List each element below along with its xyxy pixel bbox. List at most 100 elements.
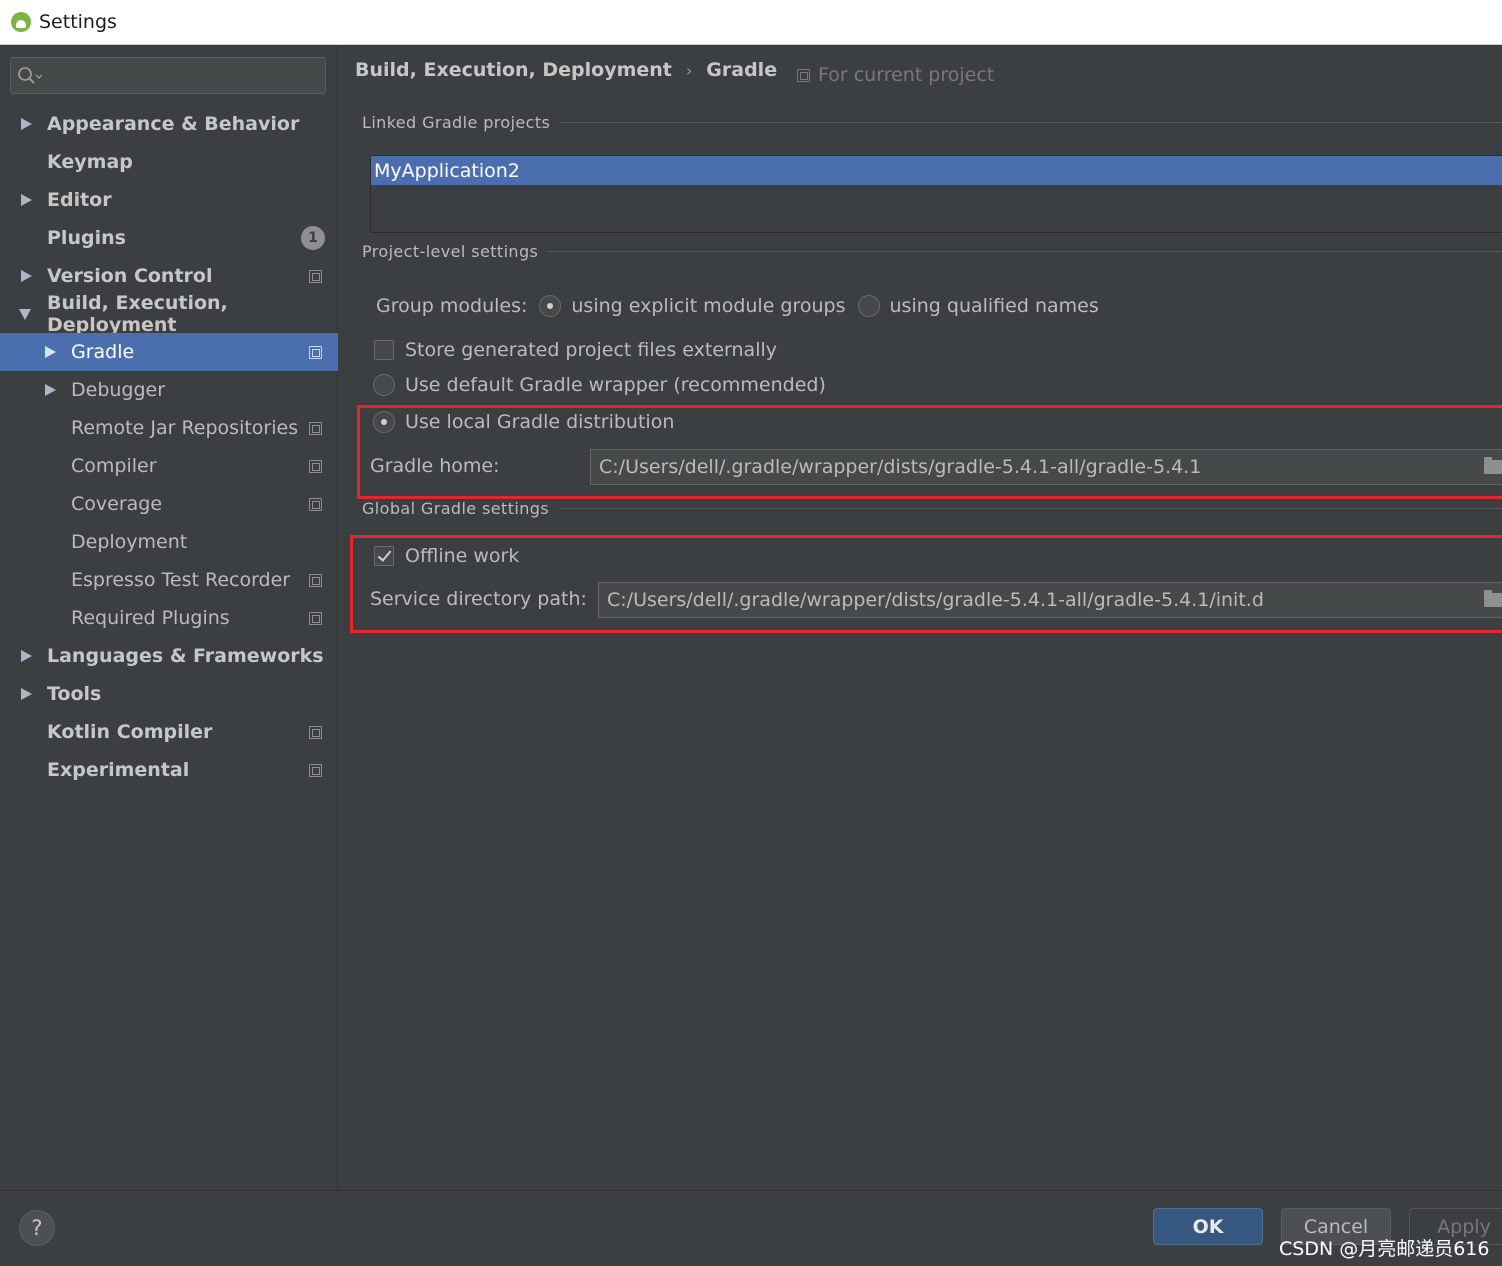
project-scope-icon [309,611,322,625]
group-modules-label: Group modules: [376,295,528,317]
folder-browse-icon[interactable] [1484,590,1502,607]
radio-label[interactable]: using explicit module groups [571,295,845,317]
project-scope-icon [309,763,322,777]
search-icon [18,67,43,84]
help-button[interactable]: ? [19,1210,55,1246]
expand-arrow-icon[interactable] [21,270,32,282]
tree-item-label: Appearance & Behavior [47,113,300,135]
expand-arrow-icon[interactable] [45,384,56,396]
breadcrumb-item-build: Build, Execution, Deployment [355,59,672,81]
watermark-text: CSDN @月亮邮递员616 [1279,1238,1490,1260]
tree-item-compiler[interactable]: Compiler [0,447,338,485]
linked-projects-section-title: Linked Gradle projects [362,113,1502,132]
tree-item-plugins[interactable]: Plugins 1 [0,219,338,257]
window-titlebar: Settings [0,0,1502,45]
plugins-update-badge: 1 [301,226,325,250]
group-modules-row: Group modules: using explicit module gro… [376,295,1099,317]
settings-tree: Appearance & Behavior Keymap Editor Plug… [0,105,338,789]
radio-explicit-module-groups[interactable] [539,295,562,317]
tree-item-required-plugins[interactable]: Required Plugins [0,599,338,637]
gradle-home-value: C:/Users/dell/.gradle/wrapper/dists/grad… [599,456,1202,478]
ok-button[interactable]: OK [1153,1208,1263,1245]
tree-item-coverage[interactable]: Coverage [0,485,338,523]
tree-item-remote-jar-repositories[interactable]: Remote Jar Repositories [0,409,338,447]
collapse-arrow-icon[interactable] [19,308,31,320]
project-scope-icon [797,68,810,82]
offline-work-row[interactable]: Offline work [374,545,519,567]
dialog-button-bar: ? OK Cancel Apply CSDN @月亮邮递员616 [0,1190,1502,1266]
radio-label[interactable]: Use local Gradle distribution [405,411,674,433]
project-scope-icon [309,573,322,587]
breadcrumb-separator: › [685,60,693,80]
section-title-text: Linked Gradle projects [362,113,551,132]
radio-label[interactable]: using qualified names [890,295,1099,317]
section-divider [548,251,1502,252]
expand-arrow-icon[interactable] [21,688,32,700]
service-directory-value: C:/Users/dell/.gradle/wrapper/dists/grad… [607,589,1264,611]
settings-search-input[interactable] [10,57,326,94]
tree-item-label: Languages & Frameworks [47,645,324,667]
tree-item-tools[interactable]: Tools [0,675,338,713]
expand-arrow-icon[interactable] [21,118,32,130]
section-title-text: Project-level settings [362,242,539,261]
tree-item-espresso-test-recorder[interactable]: Espresso Test Recorder [0,561,338,599]
tree-item-label: Editor [47,189,112,211]
breadcrumb: Build, Execution, Deployment › Gradle [355,59,777,81]
tree-item-debugger[interactable]: Debugger [0,371,338,409]
project-scope-icon [309,497,322,511]
project-scope-icon [309,725,322,739]
tree-item-label: Required Plugins [71,607,230,629]
radio-local-distribution[interactable] [373,411,395,433]
folder-browse-icon[interactable] [1484,457,1502,474]
tree-item-label: Build, Execution, Deployment [47,292,228,336]
gradle-settings-panel: Build, Execution, Deployment › Gradle Fo… [339,45,1502,1190]
window-title: Settings [39,11,117,33]
store-externally-checkbox[interactable] [374,340,394,360]
tree-item-languages-frameworks[interactable]: Languages & Frameworks [0,637,338,675]
project-name: MyApplication2 [374,159,520,182]
project-scope-icon [309,345,322,359]
expand-arrow-icon[interactable] [21,650,32,662]
project-scope-icon [309,459,322,473]
linked-projects-list[interactable]: MyApplication2 [370,155,1502,233]
radio-default-wrapper[interactable] [373,374,395,396]
tree-item-label: Remote Jar Repositories [71,417,299,439]
tree-item-editor[interactable]: Editor [0,181,338,219]
radio-qualified-names[interactable] [857,295,880,317]
tree-item-deployment[interactable]: Deployment [0,523,338,561]
tree-item-build-execution-deployment[interactable]: Build, Execution, Deployment [0,292,338,336]
tree-item-keymap[interactable]: Keymap [0,143,338,181]
tree-item-label: Deployment [71,531,188,553]
global-settings-section-title: Global Gradle settings [362,499,1502,518]
tree-item-label: Compiler [71,455,157,477]
tree-item-label: Experimental [47,759,190,781]
tree-item-label: Debugger [71,379,166,401]
tree-item-appearance-behavior[interactable]: Appearance & Behavior [0,105,338,143]
tree-item-label: Plugins [47,227,126,249]
gradle-home-field[interactable]: C:/Users/dell/.gradle/wrapper/dists/grad… [590,449,1502,485]
android-studio-icon [11,12,31,32]
section-title-text: Global Gradle settings [362,499,550,518]
tree-item-experimental[interactable]: Experimental [0,751,338,789]
tree-item-label: Gradle [71,341,135,363]
checkbox-label[interactable]: Offline work [405,545,519,567]
scope-indicator: For current project [797,64,994,86]
tree-item-label: Keymap [47,151,133,173]
radio-label[interactable]: Use default Gradle wrapper (recommended) [405,374,826,396]
service-directory-field[interactable]: C:/Users/dell/.gradle/wrapper/dists/grad… [598,582,1502,618]
tree-item-gradle[interactable]: Gradle [0,333,338,371]
tree-item-version-control[interactable]: Version Control [0,257,338,295]
local-distribution-row[interactable]: Use local Gradle distribution [373,411,674,433]
expand-arrow-icon[interactable] [45,346,56,358]
section-divider [560,122,1502,123]
for-current-project-label: For current project [818,64,995,86]
list-item[interactable]: MyApplication2 [371,156,1502,185]
tree-item-kotlin-compiler[interactable]: Kotlin Compiler [0,713,338,751]
checkbox-label[interactable]: Store generated project files externally [405,339,777,361]
offline-work-checkbox[interactable] [374,546,394,566]
store-externally-row[interactable]: Store generated project files externally [374,339,777,361]
expand-arrow-icon[interactable] [21,194,32,206]
default-wrapper-row[interactable]: Use default Gradle wrapper (recommended) [373,374,826,396]
section-divider [559,508,1502,509]
settings-sidebar: Appearance & Behavior Keymap Editor Plug… [0,45,338,1190]
